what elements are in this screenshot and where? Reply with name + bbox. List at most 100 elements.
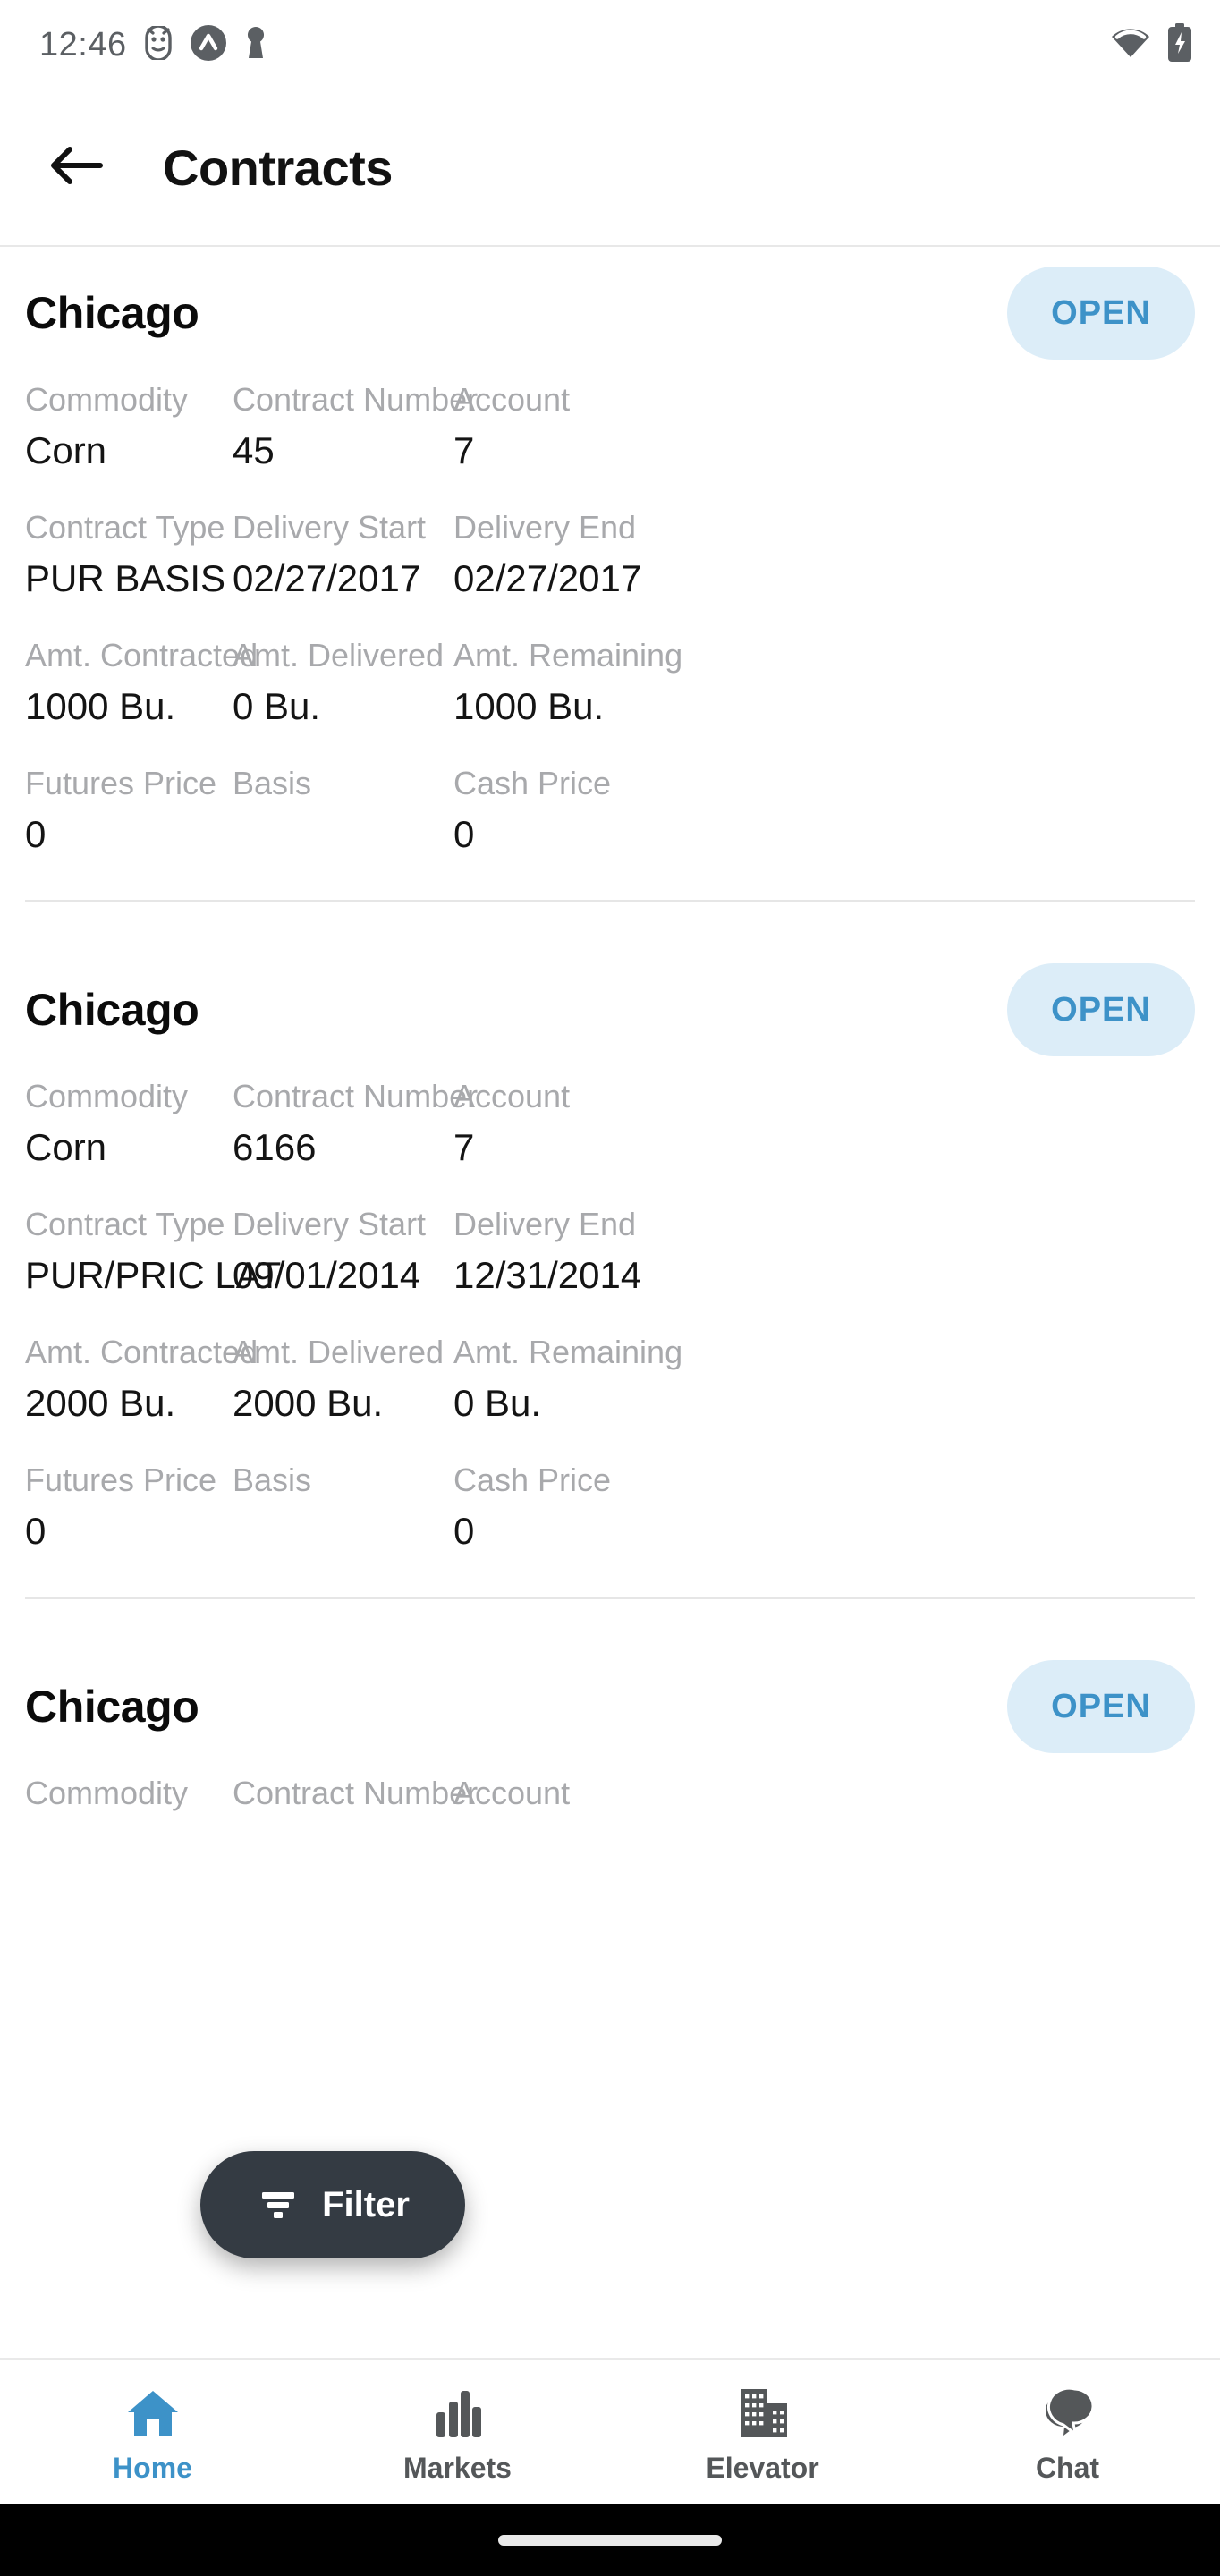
status-badge[interactable]: OPEN xyxy=(1007,267,1195,360)
contract-row: Commodity Corn Contract Number 6166 Acco… xyxy=(25,1076,1195,1174)
filter-label: Filter xyxy=(322,2184,410,2224)
field-amt-delivered: Amt. Delivered 2000 Bu. xyxy=(233,1332,453,1429)
field-label: Delivery End xyxy=(453,1206,637,1242)
bar-chart-icon xyxy=(433,2380,483,2439)
field-value: PUR BASIS xyxy=(25,557,226,599)
field-label: Futures Price xyxy=(25,1462,217,1498)
field-value: 0 Bu. xyxy=(233,685,321,727)
field-account: Account xyxy=(453,1773,1195,1813)
field-label: Amt. Delivered xyxy=(233,1334,445,1370)
field-commodity: Commodity Corn xyxy=(25,1076,233,1174)
field-futures-price: Futures Price 0 xyxy=(25,763,233,860)
field-cash-price: Cash Price 0 xyxy=(453,763,1195,860)
home-icon xyxy=(124,2380,182,2439)
contract-card-header: Chicago OPEN xyxy=(25,944,1195,1076)
field-label: Futures Price xyxy=(25,765,217,801)
chat-icon xyxy=(1039,2380,1097,2439)
field-value xyxy=(233,1507,453,1557)
status-bar-right xyxy=(1109,22,1193,67)
field-futures-price: Futures Price 0 xyxy=(25,1460,233,1557)
row-spacer xyxy=(25,482,1195,507)
field-contract-type: Contract Type PUR/PRIC LAT xyxy=(25,1204,282,1301)
bottom-navigation: Home Markets Elevator Chat xyxy=(0,2358,1220,2504)
field-value: 6166 xyxy=(233,1126,317,1168)
contract-card[interactable]: Chicago OPEN Commodity Corn Contract Num… xyxy=(0,247,1220,902)
field-value xyxy=(233,810,453,860)
field-value: 7 xyxy=(453,1126,475,1168)
field-label: Account xyxy=(453,1775,571,1811)
keyhole-icon xyxy=(243,24,268,66)
field-label: Delivery Start xyxy=(233,509,427,546)
field-basis: Basis xyxy=(233,1460,453,1557)
field-label: Account xyxy=(453,381,571,418)
field-value: 7 xyxy=(453,429,475,471)
field-value: 0 xyxy=(453,1510,475,1552)
wifi-icon xyxy=(1109,25,1152,65)
field-value: 02/27/2017 xyxy=(233,557,421,599)
contract-location: Chicago xyxy=(25,1682,199,1732)
status-bar-clock: 12:46 xyxy=(39,25,127,64)
contract-card-header: Chicago OPEN xyxy=(25,247,1195,379)
filter-icon xyxy=(256,2183,301,2227)
contract-card[interactable]: Chicago OPEN Commodity Corn Contract Num… xyxy=(0,944,1220,1599)
app-screen: 12:46 Contracts Chicago OPEN Commodity C… xyxy=(0,0,1220,2576)
field-amt-remaining: Amt. Remaining 0 Bu. xyxy=(453,1332,1195,1429)
vpn-key-circle-icon xyxy=(190,24,227,66)
card-spacer xyxy=(0,1599,1220,1640)
field-label: Cash Price xyxy=(453,1462,612,1498)
filter-button[interactable]: Filter xyxy=(200,2151,465,2258)
field-value: 2000 Bu. xyxy=(233,1382,384,1424)
row-spacer xyxy=(25,610,1195,635)
nav-label: Markets xyxy=(403,2451,512,2484)
field-commodity: Commodity Corn xyxy=(25,379,233,477)
card-divider xyxy=(25,900,1195,902)
field-value: 12/31/2014 xyxy=(453,1254,642,1296)
field-value: Corn xyxy=(25,429,107,471)
field-basis: Basis xyxy=(233,763,453,860)
nav-item-markets[interactable]: Markets xyxy=(305,2360,610,2504)
field-label: Commodity xyxy=(25,1078,189,1114)
field-label: Contract Number xyxy=(233,381,479,418)
field-label: Account xyxy=(453,1078,571,1114)
field-label: Delivery Start xyxy=(233,1206,427,1242)
field-value: 45 xyxy=(233,429,275,471)
field-label: Contract Type xyxy=(25,509,225,546)
contract-location: Chicago xyxy=(25,985,199,1035)
field-label: Amt. Remaining xyxy=(453,637,683,674)
contract-row: Commodity Corn Contract Number 45 Accoun… xyxy=(25,379,1195,477)
back-button[interactable] xyxy=(27,118,125,216)
field-amt-remaining: Amt. Remaining 1000 Bu. xyxy=(453,635,1195,733)
contract-card-header: Chicago OPEN xyxy=(25,1640,1195,1773)
status-badge[interactable]: OPEN xyxy=(1007,1660,1195,1753)
home-gesture-pill[interactable] xyxy=(498,2535,722,2546)
nav-item-home[interactable]: Home xyxy=(0,2360,305,2504)
field-value: 0 xyxy=(25,813,47,855)
row-spacer xyxy=(25,738,1195,763)
battery-charging-icon xyxy=(1166,22,1193,67)
contract-row: Contract Type PUR/PRIC LAT Delivery Star… xyxy=(25,1204,1195,1301)
nav-label: Elevator xyxy=(706,2451,819,2484)
field-commodity: Commodity xyxy=(25,1773,233,1813)
field-delivery-start: Delivery Start 09/01/2014 xyxy=(233,1204,453,1301)
field-value: PUR/PRIC LAT xyxy=(25,1254,282,1296)
contract-row: Contract Type PUR BASIS Delivery Start 0… xyxy=(25,507,1195,605)
contract-card[interactable]: Chicago OPEN Commodity Contract Number A… xyxy=(0,1640,1220,1813)
field-delivery-end: Delivery End 12/31/2014 xyxy=(453,1204,1195,1301)
field-value: 0 xyxy=(25,1510,47,1552)
status-badge[interactable]: OPEN xyxy=(1007,963,1195,1056)
building-icon xyxy=(735,2380,791,2439)
nav-item-chat[interactable]: Chat xyxy=(915,2360,1220,2504)
row-spacer xyxy=(25,1179,1195,1204)
nav-item-elevator[interactable]: Elevator xyxy=(610,2360,915,2504)
field-amt-contracted: Amt. Contracted 1000 Bu. xyxy=(25,635,258,733)
field-cash-price: Cash Price 0 xyxy=(453,1460,1195,1557)
field-delivery-start: Delivery Start 02/27/2017 xyxy=(233,507,453,605)
field-contract-number: Contract Number xyxy=(233,1773,478,1813)
field-label: Contract Type xyxy=(25,1206,225,1242)
field-label: Commodity xyxy=(25,1775,189,1811)
field-contract-type: Contract Type PUR BASIS xyxy=(25,507,233,605)
field-label: Contract Number xyxy=(233,1078,479,1114)
contracts-list[interactable]: Chicago OPEN Commodity Corn Contract Num… xyxy=(0,247,1220,2358)
field-value: 1000 Bu. xyxy=(453,685,605,727)
field-contract-number: Contract Number 45 xyxy=(233,379,479,477)
